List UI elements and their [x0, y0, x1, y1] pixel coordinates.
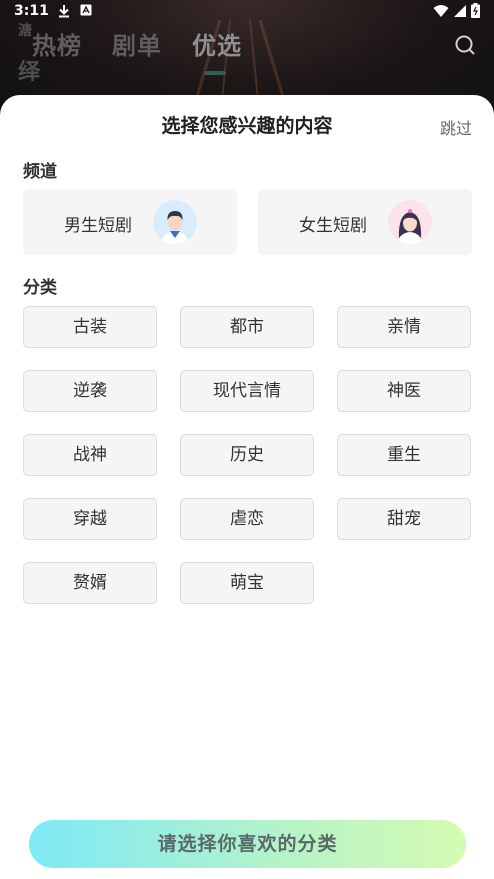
- tab-active-indicator: [204, 71, 226, 75]
- category-chip[interactable]: 神医: [337, 370, 471, 412]
- background-tabs: 热榜 剧单 优选: [32, 26, 242, 75]
- sheet-title: 选择您感兴趣的内容: [161, 115, 333, 137]
- channel-section-label: 频道: [23, 162, 57, 182]
- channel-male[interactable]: 男生短剧: [23, 189, 237, 255]
- skip-button[interactable]: 跳过: [440, 115, 472, 139]
- wifi-icon: [433, 4, 449, 17]
- category-chip[interactable]: 都市: [180, 306, 314, 348]
- category-chip[interactable]: 逆袭: [23, 370, 157, 412]
- category-chip[interactable]: 古装: [23, 306, 157, 348]
- channel-female[interactable]: 女生短剧: [258, 189, 472, 255]
- category-chip[interactable]: 历史: [180, 434, 314, 476]
- channel-male-label: 男生短剧: [64, 216, 132, 236]
- tab-playlist[interactable]: 剧单: [112, 26, 162, 61]
- category-chip[interactable]: 战神: [23, 434, 157, 476]
- tab-hot[interactable]: 热榜: [32, 26, 82, 61]
- cell-signal-icon: [454, 4, 466, 17]
- category-chip[interactable]: 萌宝: [180, 562, 314, 604]
- tab-featured-label: 优选: [192, 32, 242, 60]
- interest-selection-sheet: 选择您感兴趣的内容 跳过 频道 男生短剧 女生短剧 分类 古装 都市 亲情 逆袭…: [0, 95, 494, 879]
- category-chip[interactable]: 甜宠: [337, 498, 471, 540]
- status-bar: 3:11: [0, 0, 494, 24]
- female-avatar-icon: [388, 200, 432, 244]
- battery-icon: [471, 3, 480, 18]
- tab-featured[interactable]: 优选: [192, 26, 242, 75]
- confirm-categories-button[interactable]: 请选择你喜欢的分类: [29, 820, 466, 868]
- search-icon[interactable]: [454, 34, 476, 56]
- male-avatar-icon: [153, 200, 197, 244]
- status-time: 3:11: [14, 3, 49, 19]
- category-chip[interactable]: 虐恋: [180, 498, 314, 540]
- category-section-label: 分类: [23, 278, 57, 298]
- category-chip[interactable]: 赘婿: [23, 562, 157, 604]
- background-tab-stub-top: 溏: [18, 23, 32, 39]
- category-chip[interactable]: 穿越: [23, 498, 157, 540]
- category-chip[interactable]: 亲情: [337, 306, 471, 348]
- channel-female-label: 女生短剧: [299, 216, 367, 236]
- app-notification-icon: [80, 4, 92, 16]
- download-icon: [59, 5, 69, 18]
- category-chip[interactable]: 现代言情: [180, 370, 314, 412]
- category-chip[interactable]: 重生: [337, 434, 471, 476]
